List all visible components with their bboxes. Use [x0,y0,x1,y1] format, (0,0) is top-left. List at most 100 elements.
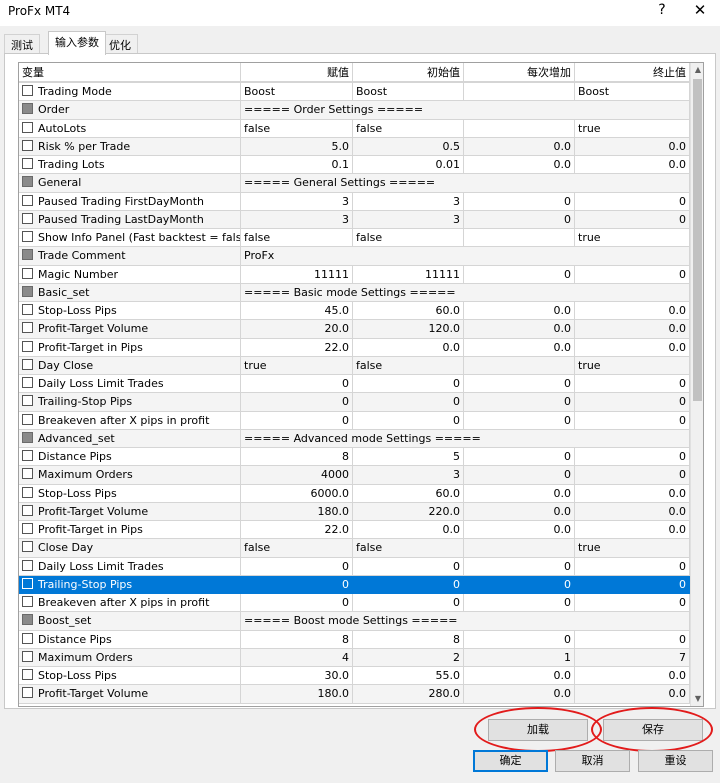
param-stop[interactable]: 0.0 [575,667,690,686]
optimize-checkbox[interactable] [22,614,33,626]
param-step[interactable]: 0.0 [464,338,575,357]
optimize-checkbox[interactable] [22,504,33,516]
param-step[interactable]: 0 [464,575,575,594]
param-name-cell[interactable]: Breakeven after X pips in profit [19,594,241,613]
table-row[interactable]: Trailing-Stop Pips 0 0 0 0 [19,575,690,594]
param-name-cell[interactable]: Risk % per Trade [19,137,241,156]
param-name-cell[interactable]: Profit-Target in Pips [19,338,241,357]
optimize-checkbox[interactable] [22,577,33,589]
table-row[interactable]: Trading Lots 0.1 0.01 0.0 0.0 [19,156,690,175]
table-row[interactable]: Trading Mode Boost Boost Boost [19,83,690,102]
param-stop[interactable]: 0.0 [575,302,690,321]
param-name-cell[interactable]: Profit-Target Volume [19,320,241,339]
param-step[interactable]: 0 [464,630,575,649]
param-step[interactable]: 0 [464,411,575,430]
param-name-cell[interactable]: Show Info Panel (Fast backtest = false) [19,229,241,248]
param-value[interactable]: true [241,356,353,375]
param-start[interactable]: false [353,229,464,248]
optimize-checkbox[interactable] [22,340,33,352]
column-header-value[interactable]: 赋值 [241,63,353,82]
param-step[interactable]: 0 [464,210,575,229]
param-value[interactable]: 0.1 [241,156,353,175]
param-step[interactable]: 0.0 [464,521,575,540]
param-value[interactable]: 20.0 [241,320,353,339]
param-name-cell[interactable]: Advanced_set [19,429,241,448]
param-start[interactable]: 0.01 [353,156,464,175]
param-name-cell[interactable]: Stop-Loss Pips [19,667,241,686]
param-value[interactable]: 0 [241,575,353,594]
param-value[interactable]: 0 [241,393,353,412]
param-stop[interactable]: true [575,539,690,558]
param-value[interactable]: 6000.0 [241,484,353,503]
param-stop[interactable]: 0 [575,630,690,649]
param-value[interactable]: 0 [241,375,353,394]
param-start[interactable]: Boost [353,83,464,102]
optimize-checkbox[interactable] [22,486,33,498]
param-step[interactable]: 0 [464,448,575,467]
column-header-start[interactable]: 初始值 [353,63,464,82]
optimize-checkbox[interactable] [22,559,33,571]
param-stop[interactable]: 0.0 [575,484,690,503]
table-row[interactable]: Distance Pips 8 5 0 0 [19,448,690,467]
param-start[interactable]: 280.0 [353,685,464,704]
param-start[interactable]: 2 [353,648,464,667]
table-row[interactable]: Trade Comment ProFx [19,247,690,266]
param-step[interactable]: 0.0 [464,685,575,704]
param-name-cell[interactable]: Stop-Loss Pips [19,484,241,503]
param-name-cell[interactable]: Paused Trading LastDayMonth [19,210,241,229]
optimize-checkbox[interactable] [22,468,33,480]
param-start[interactable]: 11111 [353,265,464,284]
param-stop[interactable]: 0 [575,466,690,485]
param-start[interactable]: 60.0 [353,484,464,503]
param-name-cell[interactable]: Daily Loss Limit Trades [19,557,241,576]
save-button[interactable]: 保存 [603,719,703,741]
param-start[interactable]: 120.0 [353,320,464,339]
param-step[interactable]: 0 [464,192,575,211]
optimize-checkbox[interactable] [22,304,33,315]
param-stop[interactable]: 0 [575,594,690,613]
param-step[interactable] [464,119,575,138]
param-value[interactable]: 4000 [241,466,353,485]
tab-optimization[interactable]: 优化 [102,34,138,54]
load-button[interactable]: 加载 [488,719,588,741]
param-step[interactable] [464,539,575,558]
optimize-checkbox[interactable] [22,523,33,534]
param-value[interactable]: 22.0 [241,521,353,540]
param-start[interactable]: 0 [353,594,464,613]
optimize-checkbox[interactable] [22,249,33,261]
param-name-cell[interactable]: Magic Number [19,265,241,284]
table-row[interactable]: Profit-Target Volume 180.0 280.0 0.0 0.0 [19,685,690,704]
param-value[interactable]: 0 [241,411,353,430]
optimize-checkbox[interactable] [22,194,33,206]
reset-button[interactable]: 重设 [638,750,713,772]
optimize-checkbox[interactable] [22,85,33,96]
param-value[interactable]: ===== Order Settings ===== [241,101,690,120]
param-stop[interactable]: true [575,229,690,248]
param-stop[interactable]: 0 [575,210,690,229]
param-value[interactable]: false [241,229,353,248]
param-value[interactable]: 11111 [241,265,353,284]
param-stop[interactable]: 0.0 [575,502,690,521]
param-name-cell[interactable]: Basic_set [19,283,241,302]
param-step[interactable]: 0 [464,557,575,576]
optimize-checkbox[interactable] [22,596,33,607]
table-row[interactable]: Breakeven after X pips in profit 0 0 0 0 [19,411,690,430]
param-stop[interactable]: true [575,356,690,375]
param-value[interactable]: 3 [241,192,353,211]
param-value[interactable]: 0 [241,594,353,613]
optimize-checkbox[interactable] [22,139,33,151]
param-stop[interactable]: 0 [575,411,690,430]
param-start[interactable]: 0 [353,557,464,576]
optimize-checkbox[interactable] [22,231,33,242]
param-stop[interactable]: 0.0 [575,320,690,339]
param-value[interactable]: ===== General Settings ===== [241,174,690,193]
param-start[interactable]: 55.0 [353,667,464,686]
table-row[interactable]: Distance Pips 8 8 0 0 [19,630,690,649]
param-value[interactable]: false [241,119,353,138]
param-step[interactable]: 0.0 [464,667,575,686]
param-value[interactable]: 3 [241,210,353,229]
param-value[interactable]: 22.0 [241,338,353,357]
table-row[interactable]: Basic_set ===== Basic mode Settings ===== [19,283,690,302]
param-step[interactable]: 0 [464,594,575,613]
param-value[interactable]: Boost [241,83,353,102]
